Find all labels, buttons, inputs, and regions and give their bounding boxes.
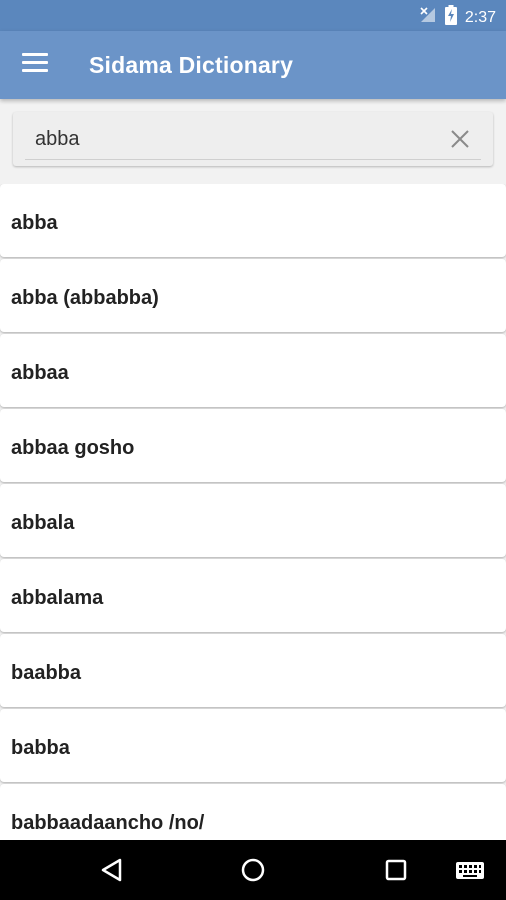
list-item[interactable]: babba [0, 709, 506, 782]
no-signal-icon [419, 6, 437, 29]
list-item[interactable]: abbaa [0, 334, 506, 407]
list-item[interactable]: abbala [0, 484, 506, 557]
home-icon[interactable] [237, 854, 269, 886]
list-item-label: abbaa gosho [11, 437, 135, 459]
hamburger-menu-icon[interactable] [22, 53, 48, 77]
list-item[interactable]: abba (abbabba) [0, 259, 506, 332]
status-icons: 2:37 [419, 5, 496, 30]
keyboard-icon[interactable] [453, 854, 489, 886]
recents-icon[interactable] [380, 854, 412, 886]
list-item[interactable]: baabba [0, 634, 506, 707]
app-bar: Sidama Dictionary [0, 31, 506, 99]
navigation-bar [0, 840, 506, 900]
search-input[interactable] [13, 112, 433, 166]
status-bar: 2:37 [0, 0, 506, 31]
search-underline [25, 159, 481, 160]
list-item-label: babba [11, 737, 70, 759]
list-item-label: abba (abbabba) [11, 287, 159, 309]
list-item[interactable]: abba [0, 184, 506, 257]
list-item-label: baabba [11, 662, 82, 684]
status-time: 2:37 [464, 8, 496, 26]
close-icon[interactable] [449, 128, 471, 150]
list-item-label: abbala [11, 512, 75, 534]
list-item[interactable]: babbaadaancho /no/ [0, 784, 506, 840]
list-item-label: abba [11, 212, 58, 234]
back-icon[interactable] [96, 854, 128, 886]
list-item[interactable]: abbaa gosho [0, 409, 506, 482]
battery-charging-icon [444, 5, 457, 30]
list-item-label: abbaa [11, 362, 69, 384]
results-list: abba abba (abbabba) abbaa abbaa gosho ab… [0, 184, 506, 840]
app-title: Sidama Dictionary [89, 52, 294, 78]
search-box [13, 112, 493, 166]
list-item-label: abbalama [11, 587, 104, 609]
list-item[interactable]: abbalama [0, 559, 506, 632]
list-item-label: babbaadaancho /no/ [11, 812, 205, 834]
